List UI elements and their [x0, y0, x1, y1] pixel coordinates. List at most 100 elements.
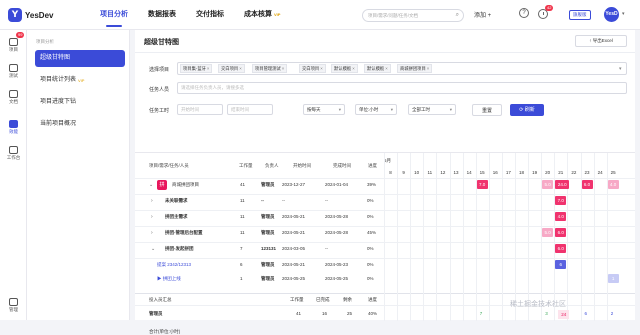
gantt-cell-mark[interactable]: 6.0 — [555, 228, 567, 237]
gantt-cell-mark[interactable]: 6 — [555, 260, 567, 269]
task-end: 2024-01-04 — [325, 182, 349, 187]
divider — [135, 52, 635, 53]
rail-item-docs[interactable]: 文档 — [0, 90, 27, 105]
export-excel-button[interactable]: ↑ 导出Excel — [575, 35, 627, 47]
end-date-input[interactable]: 结束时间 — [227, 104, 273, 115]
start-date-input[interactable]: 开始时间 — [177, 104, 223, 115]
rail-item-project[interactable]: 项目 — [0, 38, 27, 53]
month-label: 5月 — [384, 158, 392, 163]
chart-icon — [9, 120, 18, 128]
sidebar-item-project-stats[interactable]: 项目统计列表 VIP — [35, 72, 125, 89]
sidebar-item-overview[interactable]: 当前项目概况 — [35, 116, 125, 133]
summary-day-value: 7 — [479, 311, 483, 316]
task-work: 41 — [240, 182, 246, 187]
help-icon[interactable]: ? — [519, 8, 529, 18]
task-work: 7 — [240, 246, 243, 251]
nav-item-delivery-metrics[interactable]: 交付指标 — [196, 0, 224, 30]
expand-icon[interactable]: › — [151, 198, 153, 204]
project-tag[interactable]: 交白项目× — [218, 64, 245, 73]
main-nav: 项目分析 数据报表 交付指标 成本核算 VIP — [100, 0, 300, 30]
project-tag[interactable]: 默认模板× — [364, 64, 391, 73]
day-label: 16 — [492, 170, 498, 175]
app-name: YesDev — [25, 10, 54, 20]
summary-header-done: 已完成 — [316, 297, 330, 302]
gantt-cell-mark[interactable]: 5.0 — [542, 228, 554, 237]
rail-item-admin[interactable]: 管理 — [0, 298, 27, 313]
task-start: 2024-05-21 — [282, 262, 306, 267]
gantt-grid-line — [488, 153, 490, 321]
gantt-grid-line — [567, 153, 569, 321]
gantt-cell-mark[interactable]: 7.0 — [555, 196, 567, 205]
people-label: 任务人员 — [149, 87, 170, 93]
hours-select[interactable]: 全部工时 ▾ — [408, 104, 456, 115]
rail-item-efficiency[interactable]: 效能 — [0, 120, 27, 135]
task-start: 2024-05-21 — [282, 214, 306, 219]
expand-icon[interactable]: ⌄ — [151, 246, 155, 252]
sidebar-item-progress-drill[interactable]: 项目进度下钻 — [35, 94, 125, 111]
summary-cell: 41 — [296, 311, 302, 316]
add-button[interactable]: 添加 + — [474, 10, 491, 19]
rail-item-test[interactable]: 测试 — [0, 64, 27, 79]
gantt-grid-line — [501, 153, 503, 321]
expand-icon[interactable]: ⌄ — [149, 182, 153, 188]
sidebar-item-super-gantt[interactable]: 超级甘特图 — [35, 50, 125, 67]
nav-item-cost-accounting[interactable]: 成本核算 VIP — [244, 0, 280, 30]
refresh-button[interactable]: ⟳ 刷新 — [510, 104, 544, 116]
flagship-badge[interactable]: 旗舰版 — [569, 10, 591, 20]
task-name[interactable]: 未关联需求 — [165, 198, 188, 204]
chevron-down-icon[interactable]: ▾ — [622, 11, 625, 17]
select-project-label: 选择项目 — [149, 67, 170, 73]
avatar[interactable]: YesD — [604, 7, 619, 22]
task-work: 6 — [240, 262, 243, 267]
reset-button[interactable]: 重置 — [472, 104, 502, 116]
nav-item-project-analysis[interactable]: 项目分析 — [100, 0, 128, 30]
gantt-cell-mark[interactable]: 4.0 — [555, 212, 567, 221]
task-end: -- — [325, 246, 328, 251]
col-header-progress: 进度 — [368, 163, 377, 168]
gantt-cell-mark[interactable]: 6.0 — [555, 244, 567, 253]
close-icon: × — [206, 66, 210, 71]
task-owner: 管理员 — [261, 230, 275, 235]
worktime-label: 任务工时 — [149, 108, 170, 114]
gantt-cell-mark[interactable]: 4.0 — [607, 180, 619, 189]
divider — [135, 210, 635, 211]
period-select[interactable]: 按每天 ▾ — [303, 104, 345, 115]
expand-icon[interactable]: › — [151, 214, 153, 220]
project-tag[interactable]: 项目管理测试× — [252, 64, 288, 73]
task-owner: 管理员 — [261, 276, 275, 281]
project-tag[interactable]: 项目集-蓝牙× — [180, 64, 213, 73]
gantt-cell-mark[interactable]: 24.0 — [555, 180, 570, 189]
rail-item-workbench[interactable]: 工作台 — [0, 146, 27, 161]
gantt-cell-mark[interactable]: 7.0 — [476, 180, 488, 189]
chevron-down-icon[interactable]: ▾ — [619, 66, 622, 72]
page-title: 超级甘特图 — [144, 39, 179, 46]
task-name[interactable]: 提案 2342/12313 — [157, 262, 191, 268]
task-name[interactable]: 商城拼团项目 — [172, 182, 199, 188]
project-tag[interactable]: 默认模板× — [331, 64, 358, 73]
top-bar: Y YesDev 项目分析 数据报表 交付指标 成本核算 VIP 项目/需求/问题… — [0, 0, 640, 30]
expand-icon[interactable]: › — [151, 230, 153, 236]
nav-item-data-report[interactable]: 数据报表 — [148, 0, 176, 30]
task-name[interactable]: 拼团-发起拼团 — [165, 246, 194, 252]
summary-day-value: 24 — [558, 310, 570, 319]
task-start: 2024-05-21 — [282, 230, 306, 235]
task-name[interactable]: 拼团-管理后台配置 — [165, 230, 203, 236]
task-name[interactable]: 拼团主需求 — [165, 214, 188, 220]
gantt-cell-mark[interactable]: 6.0 — [581, 180, 593, 189]
global-search-input[interactable]: 项目/需求/问题/任务/文档 ⌕ — [362, 9, 464, 22]
unit-select[interactable]: 单位:小时 ▾ — [355, 104, 397, 115]
project-tag[interactable]: 商城拼团项目× — [397, 64, 433, 73]
task-work: 11 — [240, 214, 245, 219]
gantt-cell-mark[interactable]: 5.0 — [542, 180, 554, 189]
logo[interactable]: Y YesDev — [8, 8, 53, 22]
divider — [135, 258, 635, 259]
search-icon[interactable]: ⌕ — [456, 10, 459, 21]
doc-icon — [9, 90, 18, 98]
gantt-table: 项目/需求/任务/人员 工作量 负责人 开始时间 完成时间 进度 5月 投入员汇… — [135, 152, 635, 321]
project-tag[interactable]: 交白项目× — [299, 64, 326, 73]
people-select[interactable]: 请选择任务负责人员，请搜多选 — [177, 82, 627, 94]
task-progress: 0% — [367, 276, 374, 281]
task-name[interactable]: ▶ 拼团上线 — [157, 276, 181, 282]
gantt-cell-mark[interactable]: 1 — [607, 274, 619, 283]
task-end: -- — [325, 198, 328, 203]
